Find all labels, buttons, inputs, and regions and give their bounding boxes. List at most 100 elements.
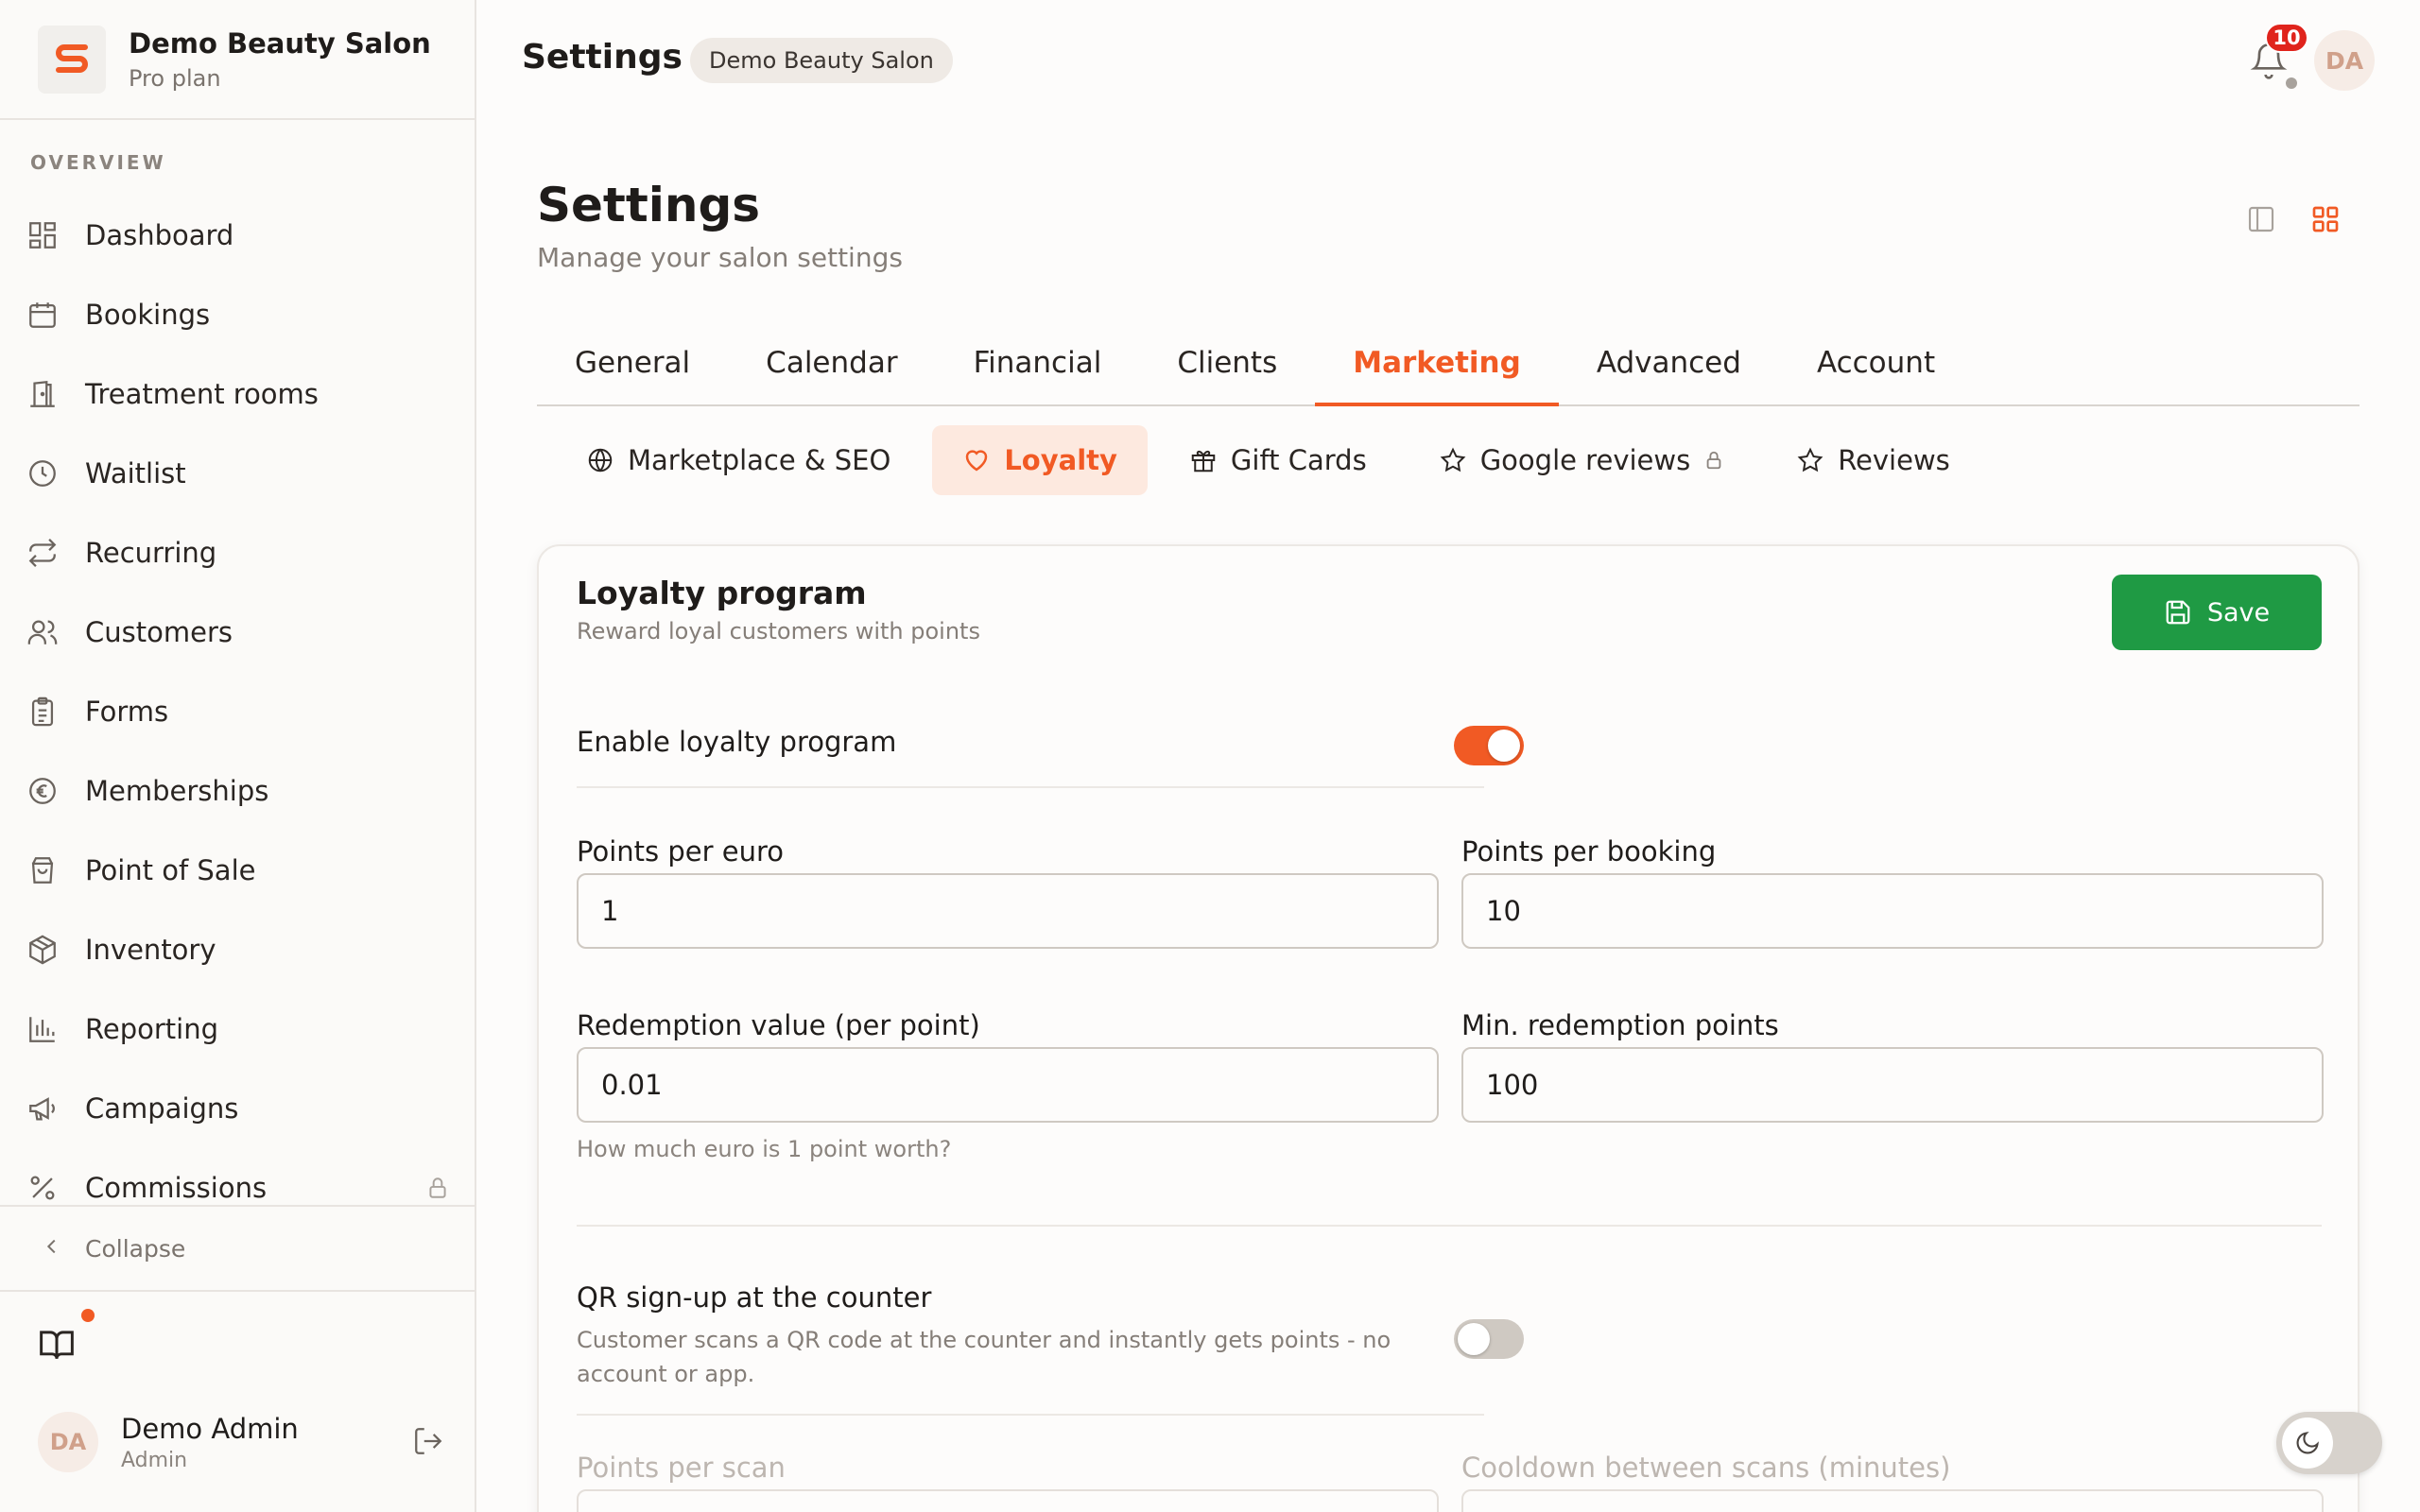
sidebar-item-memberships[interactable]: Memberships: [0, 751, 475, 831]
tab-calendar[interactable]: Calendar: [728, 333, 935, 406]
sidebar-item-label: Reporting: [85, 1013, 218, 1045]
save-label: Save: [2206, 597, 2271, 627]
collapse-sidebar-button[interactable]: Collapse: [0, 1205, 475, 1292]
euro-coin-icon: [25, 773, 60, 809]
qr-signup-label: QR sign-up at the counter: [577, 1281, 932, 1314]
sidebar-layout-icon[interactable]: [2246, 204, 2276, 238]
card-subtitle: Reward loyal customers with points: [577, 618, 980, 644]
subtab-label: Marketplace & SEO: [628, 444, 891, 476]
collapse-label: Collapse: [85, 1234, 186, 1263]
salon-logo-icon: [56, 43, 88, 73]
bar-chart-icon: [25, 1011, 60, 1047]
points-per-euro-label: Points per euro: [577, 835, 784, 868]
grid-layout-icon[interactable]: [2310, 204, 2341, 238]
sidebar-item-dashboard[interactable]: Dashboard: [0, 196, 475, 275]
users-icon: [25, 614, 60, 650]
redemption-hint: How much euro is 1 point worth?: [577, 1136, 952, 1162]
redemption-value-input[interactable]: 0.01: [577, 1047, 1439, 1123]
card-title: Loyalty program: [577, 575, 867, 611]
tab-clients[interactable]: Clients: [1139, 333, 1315, 406]
loyalty-program-card: Loyalty program Reward loyal customers w…: [537, 544, 2360, 1512]
redemption-value-label: Redemption value (per point): [577, 1009, 980, 1041]
sidebar-item-label: Customers: [85, 616, 233, 648]
door-icon: [25, 376, 60, 412]
sidebar-item-label: Campaigns: [85, 1092, 239, 1125]
points-per-scan-input: [577, 1489, 1439, 1512]
enable-loyalty-row: Enable loyalty program: [577, 726, 1524, 788]
sidebar-item-reporting[interactable]: Reporting: [0, 989, 475, 1069]
sidebar-item-label: Memberships: [85, 775, 269, 807]
subtab-gift-cards[interactable]: Gift Cards: [1159, 425, 1397, 495]
section-divider: [577, 1225, 2322, 1227]
sidebar: Demo Beauty Salon Pro plan OVERVIEW Dash…: [0, 0, 476, 1512]
repeat-icon: [25, 535, 60, 571]
salon-chip[interactable]: Demo Beauty Salon: [690, 38, 953, 83]
book-icon: [40, 1331, 74, 1359]
page-subtitle: Manage your salon settings: [537, 242, 903, 273]
star-icon: [1796, 446, 1824, 474]
subtab-label: Loyalty: [1004, 444, 1117, 476]
user-profile[interactable]: DA Demo Admin Admin: [38, 1408, 444, 1476]
page-title: Settings: [537, 178, 761, 232]
sidebar-item-inventory[interactable]: Inventory: [0, 910, 475, 989]
toggle-knob: [1458, 1323, 1490, 1355]
section-divider: [577, 1414, 1484, 1416]
subtab-label: Reviews: [1838, 444, 1950, 476]
enable-loyalty-toggle[interactable]: [1454, 726, 1524, 765]
tab-advanced[interactable]: Advanced: [1559, 333, 1779, 406]
sidebar-item-forms[interactable]: Forms: [0, 672, 475, 751]
qr-signup-description: Customer scans a QR code at the counter …: [577, 1327, 1392, 1387]
status-dot: [2286, 77, 2297, 89]
sidebar-item-label: Commissions: [85, 1172, 268, 1204]
clipboard-icon: [25, 694, 60, 730]
tab-financial[interactable]: Financial: [936, 333, 1140, 406]
min-redemption-input[interactable]: 100: [1461, 1047, 2324, 1123]
sidebar-item-bookings[interactable]: Bookings: [0, 275, 475, 354]
topbar-title: Settings: [522, 38, 683, 77]
tab-general[interactable]: General: [537, 333, 728, 406]
sidebar-item-point-of-sale[interactable]: Point of Sale: [0, 831, 475, 910]
sidebar-item-label: Dashboard: [85, 219, 234, 251]
subtab-google-reviews[interactable]: Google reviews: [1409, 425, 1755, 495]
sidebar-item-customers[interactable]: Customers: [0, 593, 475, 672]
section-label-overview: OVERVIEW: [30, 151, 166, 174]
points-per-booking-input[interactable]: 10: [1461, 873, 2324, 949]
tab-account[interactable]: Account: [1779, 333, 1973, 406]
megaphone-icon: [25, 1091, 60, 1126]
docs-button[interactable]: [38, 1309, 95, 1362]
settings-tabs: General Calendar Financial Clients Marke…: [537, 333, 2360, 406]
heart-icon: [962, 446, 991, 474]
lock-icon: [1703, 450, 1724, 471]
brand-header[interactable]: Demo Beauty Salon Pro plan: [0, 0, 475, 120]
sidebar-item-recurring[interactable]: Recurring: [0, 513, 475, 593]
points-per-euro-input[interactable]: 1: [577, 873, 1439, 949]
calendar-icon: [25, 297, 60, 333]
save-button[interactable]: Save: [2112, 575, 2322, 650]
marketing-subtabs: Marketplace & SEO Loyalty Gift Cards Goo…: [556, 425, 1992, 495]
notification-count-badge: 10: [2265, 23, 2308, 53]
sidebar-item-campaigns[interactable]: Campaigns: [0, 1069, 475, 1148]
percent-icon: [25, 1170, 60, 1206]
subtab-label: Google reviews: [1479, 444, 1691, 476]
lock-icon: [425, 1175, 450, 1207]
tab-marketing[interactable]: Marketing: [1315, 333, 1559, 406]
sidebar-item-treatment-rooms[interactable]: Treatment rooms: [0, 354, 475, 434]
subtab-label: Gift Cards: [1230, 444, 1367, 476]
avatar[interactable]: DA: [2314, 30, 2375, 91]
clock-icon: [25, 455, 60, 491]
subtab-loyalty[interactable]: Loyalty: [932, 425, 1148, 495]
avatar: DA: [38, 1412, 98, 1472]
sidebar-item-label: Recurring: [85, 537, 217, 569]
cooldown-label: Cooldown between scans (minutes): [1461, 1452, 1951, 1484]
star-icon: [1439, 446, 1467, 474]
subtab-marketplace-seo[interactable]: Marketplace & SEO: [556, 425, 921, 495]
qr-signup-toggle[interactable]: [1454, 1319, 1524, 1359]
sidebar-item-label: Forms: [85, 696, 169, 728]
subtab-reviews[interactable]: Reviews: [1766, 425, 1980, 495]
logout-icon[interactable]: [412, 1425, 444, 1461]
gift-icon: [1189, 446, 1218, 474]
sidebar-item-waitlist[interactable]: Waitlist: [0, 434, 475, 513]
enable-loyalty-label: Enable loyalty program: [577, 726, 897, 758]
sidebar-item-label: Point of Sale: [85, 854, 256, 886]
theme-toggle[interactable]: [2276, 1412, 2382, 1474]
